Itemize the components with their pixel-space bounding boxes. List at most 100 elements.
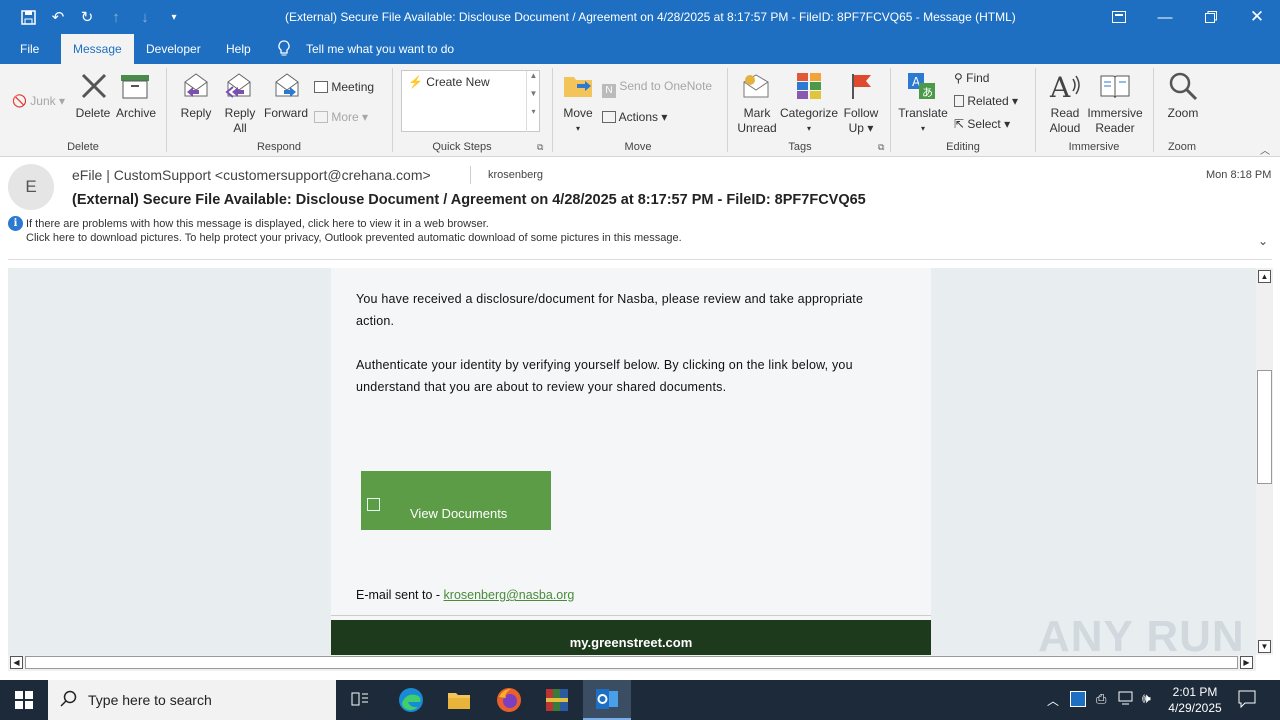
outlook-taskbar-icon[interactable] bbox=[583, 680, 631, 720]
horizontal-scrollbar[interactable]: ◀ ▶ bbox=[8, 655, 1256, 671]
find-button[interactable]: ⚲ Find bbox=[954, 71, 989, 85]
select-button[interactable]: ⇱ Select ▾ bbox=[954, 117, 1010, 131]
next-item-icon[interactable]: ↓ bbox=[135, 7, 155, 27]
email-content: You have received a disclosure/document … bbox=[331, 268, 931, 655]
restore-button[interactable] bbox=[1188, 0, 1234, 34]
ribbon-separator bbox=[392, 68, 393, 152]
customize-toolbar-icon[interactable]: ▾ bbox=[164, 7, 184, 27]
file-explorer-icon[interactable] bbox=[435, 680, 483, 720]
read-aloud-button[interactable]: Read Aloud bbox=[1044, 106, 1086, 136]
send-to-onenote-button[interactable]: N Send to OneNote bbox=[602, 79, 712, 98]
device-tray-icon[interactable]: ⎙ bbox=[1096, 691, 1106, 707]
notifications-icon[interactable] bbox=[1238, 690, 1256, 711]
dialog-launcher-icon[interactable]: ⧉ bbox=[878, 142, 884, 153]
expand-header-icon[interactable]: ⌄ bbox=[1258, 234, 1268, 248]
info-icon: i bbox=[8, 216, 23, 231]
collapse-ribbon-icon[interactable]: ︿ bbox=[1260, 142, 1270, 157]
related-button[interactable]: Related ▾ bbox=[954, 94, 1018, 108]
zoom-button[interactable]: Zoom bbox=[1162, 106, 1204, 121]
group-label-delete: Delete bbox=[67, 141, 99, 153]
tab-developer[interactable]: Developer bbox=[134, 34, 213, 64]
vertical-scroll-thumb[interactable] bbox=[1257, 370, 1272, 484]
redo-icon[interactable]: ↻ bbox=[77, 7, 97, 27]
tab-help[interactable]: Help bbox=[214, 34, 263, 64]
tell-me-search[interactable]: Tell me what you want to do bbox=[306, 42, 454, 56]
tab-file[interactable]: File bbox=[8, 34, 51, 64]
undo-icon[interactable]: ↶ bbox=[48, 7, 68, 27]
quick-steps-gallery[interactable]: ⚡ Create New ▲ ▼ ▾ bbox=[401, 70, 540, 132]
view-documents-button[interactable]: View Documents bbox=[361, 471, 551, 530]
start-button[interactable] bbox=[0, 680, 48, 720]
group-label-respond: Respond bbox=[256, 141, 302, 153]
previous-item-icon[interactable]: ↑ bbox=[106, 7, 126, 27]
clock[interactable]: 2:01 PM 4/29/2025 bbox=[1168, 684, 1222, 716]
reply-icon bbox=[180, 70, 212, 102]
cursor-icon: ⇱ bbox=[954, 117, 965, 131]
info-bar-browser[interactable]: If there are problems with how this mess… bbox=[26, 218, 489, 230]
archive-icon bbox=[118, 70, 152, 102]
mark-unread-button[interactable]: Mark Unread bbox=[734, 106, 780, 136]
winrar-icon[interactable] bbox=[533, 680, 581, 720]
edge-icon[interactable] bbox=[387, 680, 435, 720]
immersive-reader-button[interactable]: Immersive Reader bbox=[1086, 106, 1144, 136]
ribbon-separator bbox=[1153, 68, 1154, 152]
group-label-quick-steps: Quick Steps bbox=[432, 141, 492, 153]
lightbulb-icon bbox=[278, 40, 290, 60]
create-new-quick-step[interactable]: ⚡ Create New bbox=[408, 75, 490, 89]
recipient-email-link[interactable]: krosenberg@nasba.org bbox=[444, 588, 575, 602]
reply-all-icon bbox=[223, 70, 255, 102]
actions-button[interactable]: Actions ▾ bbox=[602, 110, 667, 124]
ribbon-tabs: File Message Developer Help Tell me what… bbox=[0, 34, 1280, 64]
vertical-scrollbar[interactable]: ▲ ▼ bbox=[1256, 268, 1273, 655]
search-icon bbox=[60, 690, 78, 711]
zoom-icon bbox=[1166, 70, 1200, 102]
translate-button[interactable]: Translate ▾ bbox=[896, 106, 950, 136]
dialog-launcher-icon[interactable]: ⧉ bbox=[537, 142, 543, 153]
move-button[interactable]: Move ▾ bbox=[560, 106, 596, 136]
header-divider bbox=[470, 166, 471, 184]
task-view-icon[interactable] bbox=[336, 680, 384, 720]
archive-button[interactable]: Archive bbox=[114, 106, 158, 121]
translate-dropdown-icon: ▾ bbox=[920, 124, 925, 133]
search-placeholder: Type here to search bbox=[88, 692, 212, 708]
forward-button[interactable]: Forward bbox=[262, 106, 310, 121]
window-title: (External) Secure File Available: Disclo… bbox=[285, 10, 1016, 24]
close-button[interactable]: ✕ bbox=[1234, 0, 1280, 34]
reply-button[interactable]: Reply bbox=[176, 106, 216, 121]
reply-all-button[interactable]: Reply All bbox=[220, 106, 260, 136]
horizontal-scroll-thumb[interactable] bbox=[25, 656, 1238, 669]
categorize-button[interactable]: Categorize ▾ bbox=[780, 106, 838, 136]
footer-domain[interactable]: my.greenstreet.com bbox=[570, 635, 693, 650]
meeting-button[interactable]: Meeting bbox=[314, 80, 374, 94]
network-icon[interactable] bbox=[1118, 690, 1136, 709]
scroll-down-arrow[interactable]: ▼ bbox=[1258, 640, 1271, 653]
taskbar-search[interactable]: Type here to search bbox=[48, 680, 336, 720]
group-label-editing: Editing bbox=[946, 141, 980, 153]
volume-icon[interactable]: 🕪 bbox=[1142, 690, 1151, 707]
tab-message[interactable]: Message bbox=[61, 34, 134, 64]
group-label-immersive: Immersive bbox=[1068, 141, 1120, 153]
outlook-tray-icon[interactable] bbox=[1070, 691, 1086, 707]
group-label-tags: Tags bbox=[788, 141, 812, 153]
ribbon-separator bbox=[552, 68, 553, 152]
junk-button[interactable]: 🚫 Junk ▾ bbox=[12, 94, 65, 108]
scroll-right-arrow[interactable]: ▶ bbox=[1240, 656, 1253, 669]
save-icon[interactable] bbox=[18, 7, 38, 27]
svg-text:A: A bbox=[1049, 71, 1071, 101]
ribbon-display-options-icon[interactable] bbox=[1096, 0, 1142, 34]
follow-up-button[interactable]: Follow Up ▾ bbox=[840, 106, 882, 136]
sender[interactable]: eFile | CustomSupport <customersupport@c… bbox=[72, 167, 431, 183]
recipient[interactable]: krosenberg bbox=[488, 169, 543, 181]
quick-steps-scroll[interactable]: ▲ ▼ ▾ bbox=[526, 71, 540, 132]
email-footer: my.greenstreet.com bbox=[331, 620, 931, 655]
scroll-up-arrow[interactable]: ▲ bbox=[1258, 270, 1271, 283]
show-hidden-icons[interactable]: ︿ bbox=[1047, 692, 1059, 709]
minimize-button[interactable]: — bbox=[1142, 0, 1188, 34]
clock-date: 4/29/2025 bbox=[1168, 701, 1222, 715]
delete-icon bbox=[78, 70, 110, 102]
delete-button[interactable]: Delete bbox=[74, 106, 112, 121]
scroll-left-arrow[interactable]: ◀ bbox=[10, 656, 23, 669]
firefox-icon[interactable] bbox=[485, 680, 533, 720]
info-bar-pictures[interactable]: Click here to download pictures. To help… bbox=[26, 232, 682, 244]
more-respond-button[interactable]: More ▾ bbox=[314, 110, 368, 124]
